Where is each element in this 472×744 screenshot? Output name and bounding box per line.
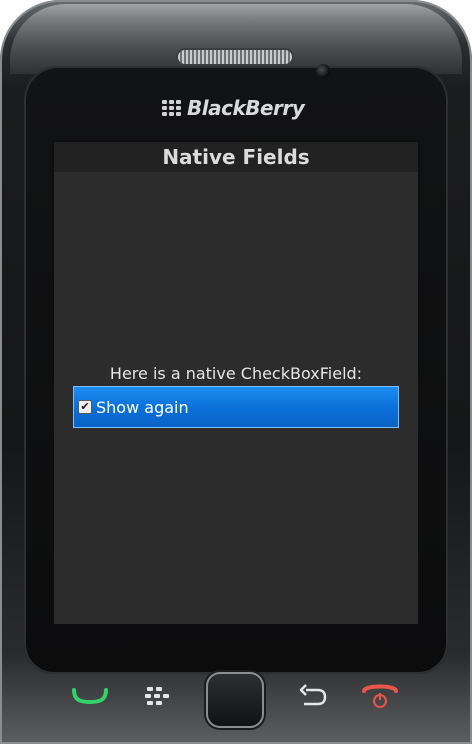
- speaker-grille: [178, 50, 292, 64]
- end-call-button[interactable]: [352, 676, 408, 716]
- brand-logo: BlackBerry: [162, 96, 305, 120]
- device-screen: Native Fields Here is a native CheckBoxF…: [54, 142, 418, 624]
- title-bar: Native Fields: [54, 142, 418, 172]
- checkbox-label: Show again: [96, 397, 189, 417]
- back-button[interactable]: [290, 678, 336, 714]
- page-title: Native Fields: [162, 145, 310, 169]
- front-camera: [316, 64, 330, 78]
- blackberry-logo-icon: [162, 100, 181, 116]
- call-button[interactable]: [62, 676, 118, 716]
- checkbox-checked-icon[interactable]: ✔: [78, 400, 92, 414]
- call-icon: [72, 688, 108, 705]
- show-again-checkbox-field[interactable]: ✔ Show again: [74, 387, 398, 427]
- checkbox-prompt: Here is a native CheckBoxField:: [109, 364, 363, 383]
- brand-name: BlackBerry: [187, 96, 305, 120]
- back-arrow-icon: [299, 684, 327, 706]
- menu-button[interactable]: [134, 678, 180, 714]
- blackberry-device: BlackBerry Native Fields Here is a nativ…: [0, 0, 472, 744]
- blackberry-menu-icon: [145, 687, 169, 705]
- trackpad[interactable]: [206, 672, 264, 728]
- end-call-icon: [362, 684, 398, 708]
